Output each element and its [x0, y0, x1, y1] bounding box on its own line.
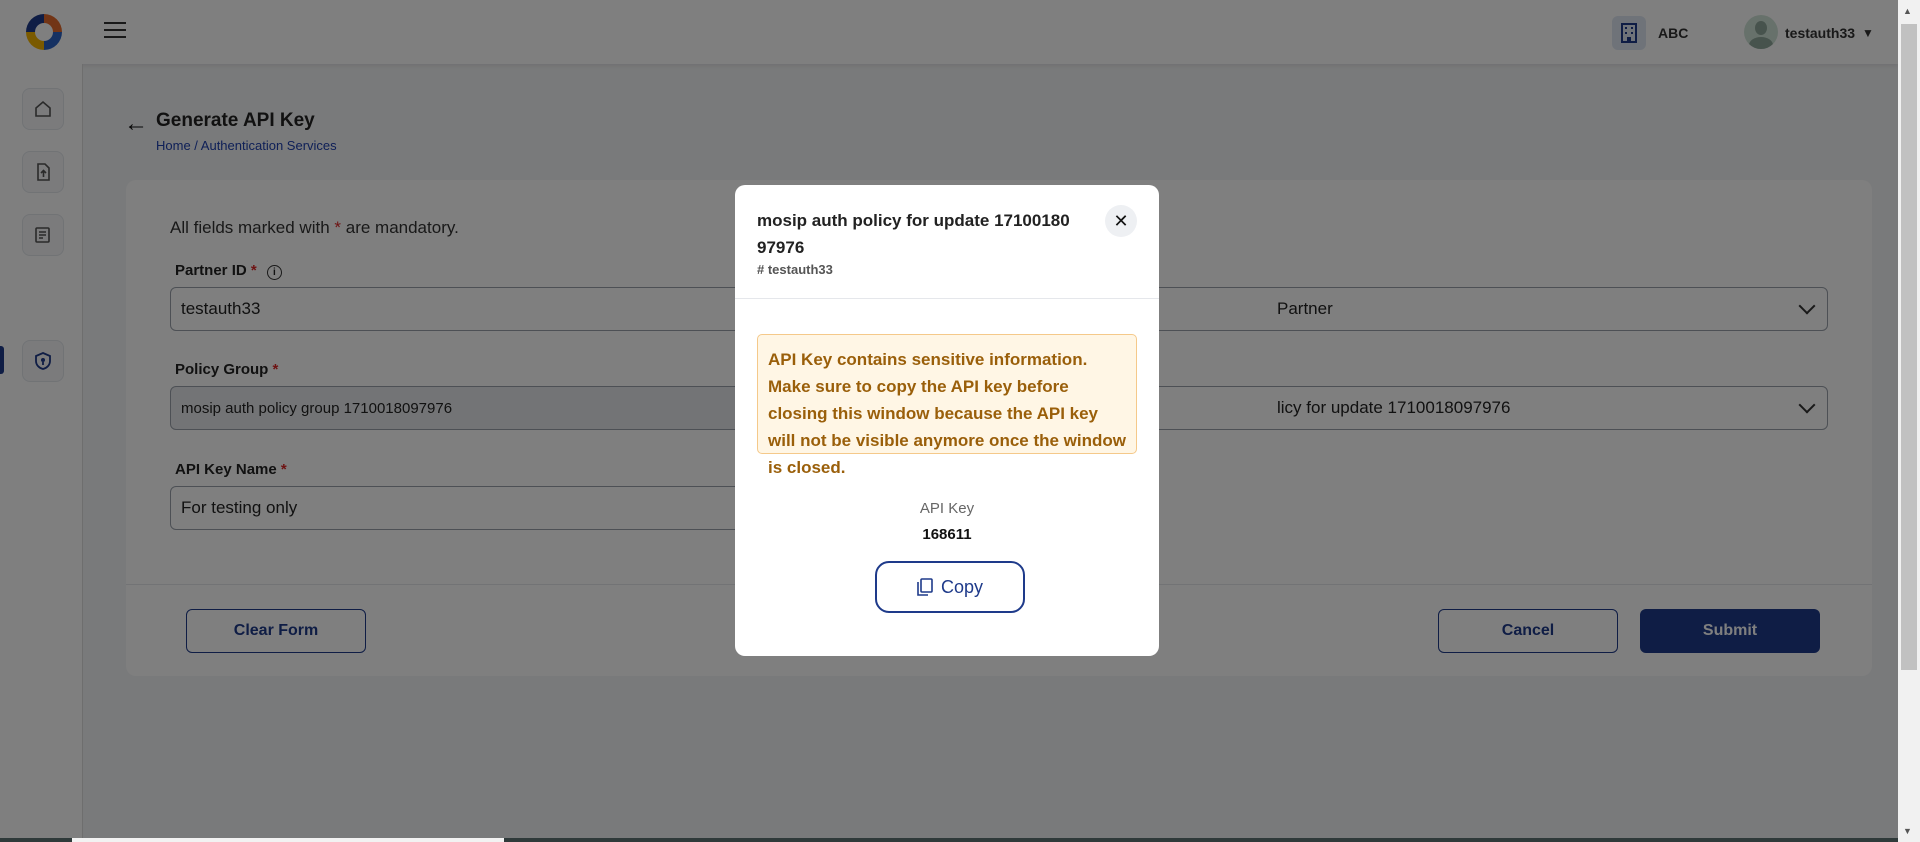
scrollbar[interactable]: ▲ ▼ — [1898, 0, 1920, 842]
warning-message: API Key contains sensitive information. … — [757, 334, 1137, 477]
api-key-value: 168611 — [922, 526, 972, 543]
copy-icon — [917, 578, 933, 596]
modal-subtitle: # testauth33 — [757, 262, 833, 277]
modal-divider — [735, 298, 1159, 299]
close-icon[interactable]: ✕ — [1105, 205, 1137, 237]
scroll-up-icon[interactable]: ▲ — [1903, 6, 1912, 16]
copy-label: Copy — [940, 576, 984, 597]
bottom-strip-segment — [72, 838, 504, 842]
modal-title: mosip auth policy for update 17100180 97… — [757, 211, 1070, 257]
api-key-label: API Key — [919, 500, 975, 517]
scroll-thumb[interactable] — [1901, 24, 1917, 670]
api-key-modal: mosip auth policy for update 17100180 97… — [735, 185, 1159, 656]
copy-button[interactable]: Copy — [875, 561, 1025, 613]
scroll-down-icon[interactable]: ▼ — [1903, 826, 1912, 836]
